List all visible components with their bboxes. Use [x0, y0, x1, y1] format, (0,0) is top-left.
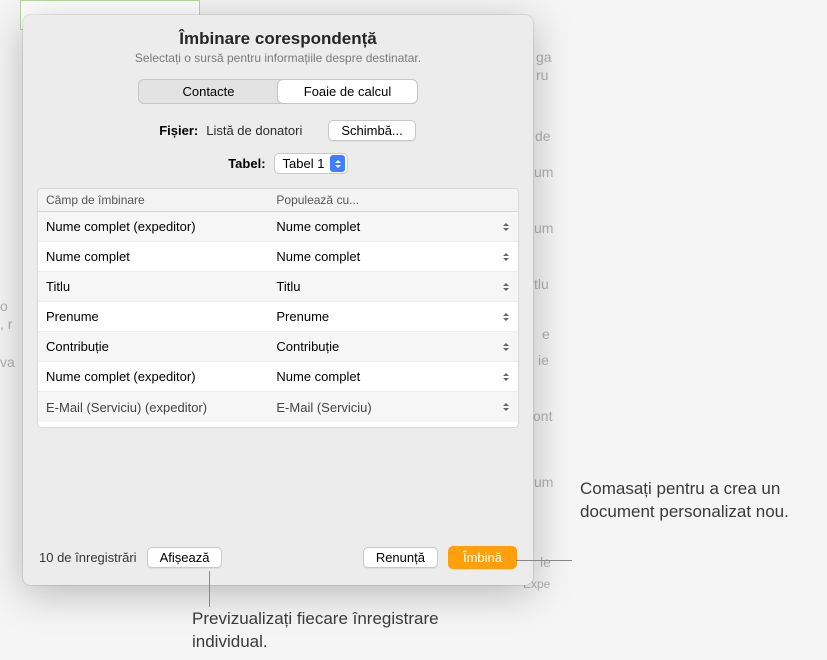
- populate-cell[interactable]: E-Mail (Serviciu): [268, 400, 518, 415]
- col-merge-field[interactable]: Câmp de îmbinare: [38, 189, 268, 211]
- dialog-subtitle: Selectați o sursă pentru informațiile de…: [23, 51, 533, 65]
- bg-snip: e: [542, 322, 550, 347]
- merge-field-cell: Titlu: [38, 279, 268, 294]
- bg-snip: , r: [0, 312, 12, 337]
- populate-cell[interactable]: Nume complet: [268, 369, 518, 384]
- populate-cell[interactable]: Titlu: [268, 279, 518, 294]
- table-row[interactable]: Nume complet (expeditor) Nume complet: [38, 212, 518, 242]
- table-header: Câmp de îmbinare Populează cu...: [38, 189, 518, 212]
- merge-field-cell: E-Mail (Serviciu) (expeditor): [38, 400, 268, 415]
- merge-field-cell: Nume complet (expeditor): [38, 369, 268, 384]
- stepper-icon: [330, 155, 345, 172]
- table-label: Tabel:: [208, 156, 266, 171]
- callout-preview: Previzualizați fiecare înregistrare indi…: [192, 608, 452, 654]
- populate-cell[interactable]: Nume complet: [268, 219, 518, 234]
- dialog-footer: 10 de înregistrări Afișează Renunță Îmbi…: [23, 532, 533, 585]
- table-select[interactable]: Tabel 1: [274, 153, 349, 174]
- cancel-button[interactable]: Renunță: [363, 547, 438, 568]
- populate-cell[interactable]: Contribuție: [268, 339, 518, 354]
- merge-field-cell: Prenume: [38, 309, 268, 324]
- bg-snip: um: [534, 160, 553, 185]
- table-row: Tabel: Tabel 1: [23, 153, 533, 174]
- dropdown-icon[interactable]: [500, 220, 512, 234]
- table-row[interactable]: Nume complet (expeditor) Nume complet: [38, 362, 518, 392]
- segmented-contacts[interactable]: Contacte: [139, 80, 278, 103]
- callout-leader: [209, 571, 210, 607]
- bg-snip: um: [534, 470, 553, 495]
- dropdown-icon[interactable]: [500, 310, 512, 324]
- merge-field-cell: Nume complet (expeditor): [38, 219, 268, 234]
- bg-snip: ie: [538, 348, 549, 373]
- callout-leader: [516, 560, 572, 561]
- field-mapping-table: Câmp de îmbinare Populează cu... Nume co…: [37, 188, 519, 428]
- preview-button[interactable]: Afișează: [147, 547, 223, 568]
- table-body: Nume complet (expeditor) Nume complet Nu…: [38, 212, 518, 425]
- dropdown-icon[interactable]: [500, 340, 512, 354]
- table-row[interactable]: Nume complet Nume complet: [38, 242, 518, 272]
- segmented-spreadsheet[interactable]: Foaie de calcul: [278, 80, 417, 103]
- table-row[interactable]: Prenume Prenume: [38, 302, 518, 332]
- dropdown-icon[interactable]: [500, 280, 512, 294]
- populate-cell[interactable]: Nume complet: [268, 249, 518, 264]
- table-row[interactable]: E-Mail (Serviciu) (expeditor) E-Mail (Se…: [38, 392, 518, 422]
- change-file-button[interactable]: Schimbă...: [328, 120, 415, 141]
- mail-merge-dialog: Îmbinare corespondență Selectați o sursă…: [23, 15, 533, 585]
- merge-button[interactable]: Îmbină: [448, 546, 517, 569]
- table-row[interactable]: Titlu Titlu: [38, 272, 518, 302]
- dropdown-icon[interactable]: [500, 370, 512, 384]
- file-label: Fișier:: [140, 123, 198, 138]
- bg-snip: um: [534, 216, 553, 241]
- table-row[interactable]: Contribuție Contribuție: [38, 332, 518, 362]
- merge-field-cell: Contribuție: [38, 339, 268, 354]
- bg-snip: va: [0, 350, 15, 375]
- populate-cell[interactable]: Prenume: [268, 309, 518, 324]
- records-count: 10 de înregistrări: [39, 550, 137, 565]
- bg-snip: ont: [533, 404, 552, 429]
- source-segmented-control: Contacte Foaie de calcul: [138, 79, 418, 104]
- callout-merge: Comasați pentru a crea un document perso…: [580, 478, 810, 524]
- file-row: Fișier: Listă de donatori Schimbă...: [23, 120, 533, 141]
- bg-snip: ru: [536, 63, 548, 88]
- merge-field-cell: Nume complet: [38, 249, 268, 264]
- dropdown-icon[interactable]: [500, 400, 512, 414]
- table-select-value: Tabel 1: [283, 156, 325, 171]
- file-value: Listă de donatori: [206, 123, 302, 138]
- dialog-title: Îmbinare corespondență: [23, 29, 533, 49]
- bg-snip: tlu: [534, 272, 549, 297]
- col-populate-with[interactable]: Populează cu...: [268, 189, 518, 211]
- dropdown-icon[interactable]: [500, 250, 512, 264]
- bg-snip: de: [535, 124, 551, 149]
- bg-snip: le: [540, 550, 551, 575]
